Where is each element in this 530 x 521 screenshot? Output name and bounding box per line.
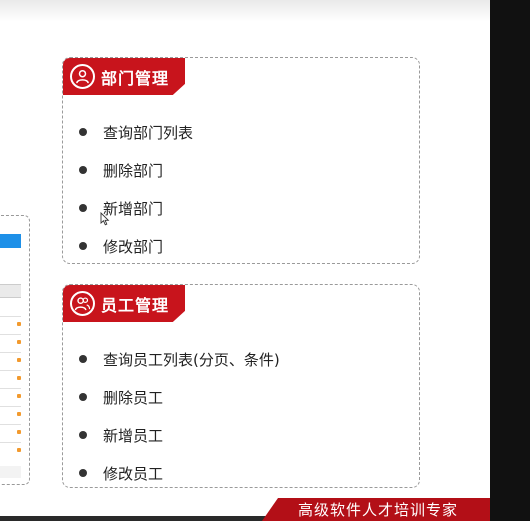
dept-feature-list: 查询部门列表 删除部门 新增部门 修改部门 [79,113,193,265]
preview-blue-bar [0,234,21,248]
list-item: 删除员工 [79,378,280,416]
preview-table-header [0,284,21,298]
list-item-label: 删除员工 [103,388,164,407]
list-item-label: 新增部门 [103,199,164,218]
dept-card-header: 部门管理 [63,58,185,95]
top-gradient-band [0,0,490,22]
preview-edit-icon [17,358,21,362]
preview-table-row [0,334,21,335]
emp-management-card: 员工管理 查询员工列表(分页、条件) 删除员工 新增员工 修改员工 [62,284,420,488]
preview-edit-icon [17,412,21,416]
list-item-label: 查询部门列表 [103,123,194,142]
preview-pager [0,466,21,478]
right-dark-strip [490,0,530,521]
left-preview-panel [0,215,30,485]
preview-edit-icon [17,376,21,380]
preview-table-row [0,406,21,407]
users-icon [70,291,95,316]
preview-table-row [0,424,21,425]
list-item: 修改员工 [79,454,280,492]
dept-card-title: 部门管理 [101,68,170,88]
preview-table-row [0,370,21,371]
list-item-label: 修改部门 [103,237,164,256]
list-item-label: 修改员工 [103,464,164,483]
bullet-icon [79,355,87,363]
list-item-label: 新增员工 [103,426,164,445]
preview-table-row [0,352,21,353]
dept-management-card: 部门管理 查询部门列表 删除部门 新增部门 修改部门 [62,57,420,264]
list-item-label: 删除部门 [103,161,164,180]
bullet-icon [79,128,87,136]
footer-banner: 高级软件人才培训专家 [262,498,490,521]
preview-edit-icon [17,430,21,434]
preview-table-row [0,442,21,443]
bullet-icon [79,242,87,250]
preview-table-row [0,316,21,317]
list-item: 查询部门列表 [79,113,193,151]
user-icon [70,64,95,89]
preview-edit-icon [17,394,21,398]
list-item: 新增部门 [79,189,193,227]
bullet-icon [79,166,87,174]
emp-card-header: 员工管理 [63,285,185,322]
list-item: 查询员工列表(分页、条件) [79,340,280,378]
list-item: 修改部门 [79,227,193,265]
bullet-icon [79,469,87,477]
bullet-icon [79,393,87,401]
emp-feature-list: 查询员工列表(分页、条件) 删除员工 新增员工 修改员工 [79,340,280,492]
emp-card-title: 员工管理 [101,295,170,315]
list-item-label: 查询员工列表(分页、条件) [103,350,280,369]
list-item: 删除部门 [79,151,193,189]
preview-edit-icon [17,340,21,344]
mouse-cursor-icon [100,212,110,226]
preview-table-row [0,388,21,389]
bullet-icon [79,204,87,212]
banner-text: 高级软件人才培训专家 [298,501,459,519]
preview-edit-icon [17,322,21,326]
bullet-icon [79,431,87,439]
preview-edit-icon [17,448,21,452]
list-item: 新增员工 [79,416,280,454]
